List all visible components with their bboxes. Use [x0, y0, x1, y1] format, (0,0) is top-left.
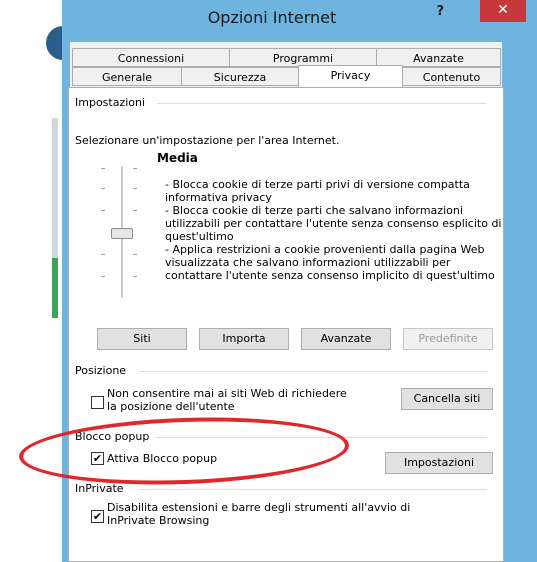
- advanced-button[interactable]: Avanzate: [301, 328, 391, 350]
- tab-privacy[interactable]: Privacy: [298, 65, 403, 87]
- checkmark-icon: ✔: [92, 510, 103, 523]
- slider-tick: [101, 276, 105, 277]
- tab-generale[interactable]: Generale: [72, 67, 182, 86]
- close-button[interactable]: ✕: [480, 0, 526, 22]
- desc-line: contattare l'utente senza consenso impli…: [165, 269, 495, 282]
- tab-contenuto[interactable]: Contenuto: [402, 67, 501, 86]
- slider-tick: [101, 210, 105, 211]
- settings-group-divider: [157, 103, 487, 104]
- inprivate-checkbox[interactable]: ✔: [91, 510, 104, 523]
- privacy-level-label: Media: [157, 151, 198, 165]
- popup-settings-button[interactable]: Impostazioni: [385, 452, 493, 474]
- help-button[interactable]: ?: [436, 4, 444, 19]
- inprivate-checkbox-label: InPrivate Browsing: [107, 514, 210, 527]
- position-group-divider: [139, 371, 487, 372]
- position-checkbox-label: Non consentire mai ai siti Web di richie…: [107, 387, 347, 400]
- slider-thumb[interactable]: [111, 228, 133, 239]
- slider-tick: [133, 168, 137, 169]
- desc-line: - Blocca cookie di terze parti privi di …: [165, 178, 470, 191]
- position-checkbox-label: la posizione dell'utente: [107, 400, 235, 413]
- slider-tick: [133, 276, 137, 277]
- position-checkbox[interactable]: [91, 396, 104, 409]
- slider-tick: [101, 168, 105, 169]
- background-green-bar: [52, 258, 58, 318]
- desc-line: visualizzata che salvano informazioni ut…: [165, 256, 451, 269]
- slider-tick: [133, 188, 137, 189]
- background-window: [0, 0, 80, 562]
- inprivate-group-divider: [139, 489, 487, 490]
- slider-tick: [101, 254, 105, 255]
- slider-tick: [101, 188, 105, 189]
- close-icon: ✕: [497, 2, 509, 18]
- inprivate-group-label: InPrivate: [75, 482, 124, 495]
- import-button[interactable]: Importa: [199, 328, 289, 350]
- dialog-title: Opzioni Internet: [207, 8, 337, 27]
- desc-line: quest'ultimo: [165, 230, 234, 243]
- sites-button[interactable]: Siti: [97, 328, 187, 350]
- tab-connessioni[interactable]: Connessioni: [72, 48, 230, 67]
- settings-instruction: Selezionare un'impostazione per l'area I…: [75, 134, 340, 147]
- default-button[interactable]: Predefinite: [403, 328, 493, 350]
- desc-line: informativa privacy: [165, 191, 272, 204]
- desc-line: - Blocca cookie di terze parti che salva…: [165, 204, 463, 217]
- settings-group-label: Impostazioni: [75, 96, 146, 109]
- desc-line: utilizzabili per contattare l'utente sen…: [165, 217, 502, 230]
- privacy-tab-page: Impostazioni Selezionare un'impostazione…: [68, 87, 504, 562]
- position-group-label: Posizione: [75, 364, 127, 377]
- inprivate-checkbox-label: Disabilita estensioni e barre degli stru…: [107, 501, 411, 514]
- desc-line: - Applica restrizioni a cookie provenien…: [165, 243, 485, 256]
- tab-sicurezza[interactable]: Sicurezza: [181, 67, 299, 86]
- slider-tick: [133, 254, 137, 255]
- title-bar[interactable]: Opzioni Internet ? ✕: [62, 0, 537, 42]
- clear-sites-button[interactable]: Cancella siti: [401, 388, 493, 410]
- slider-tick: [133, 210, 137, 211]
